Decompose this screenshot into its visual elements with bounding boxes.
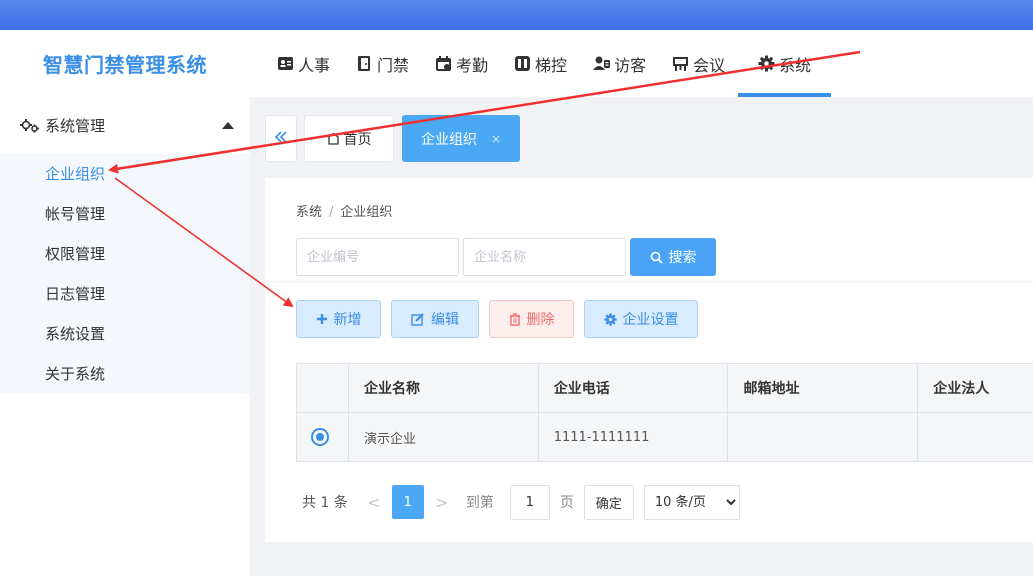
- breadcrumb-parent[interactable]: 系统: [296, 205, 322, 220]
- nav-label: 考勤: [456, 55, 489, 75]
- edit-button[interactable]: 编辑: [391, 300, 479, 338]
- add-button-label: 新增: [333, 312, 362, 328]
- breadcrumb-separator: /: [329, 205, 334, 220]
- company-name-input[interactable]: [463, 238, 626, 276]
- table-row[interactable]: 演示企业 1111-1111111: [297, 413, 1033, 462]
- page-unit-label: 页: [559, 495, 574, 511]
- prev-page-icon[interactable]: <: [366, 493, 382, 512]
- company-code-input[interactable]: [296, 238, 459, 276]
- door-icon: [356, 55, 373, 72]
- page-number-current[interactable]: 1: [391, 485, 424, 519]
- sidebar-submenu: 企业组织 帐号管理 权限管理 日志管理 系统设置 关于系统: [0, 154, 250, 394]
- table-header-select: [297, 364, 349, 413]
- sidebar-item-settings[interactable]: 系统设置: [0, 314, 250, 354]
- app-title: 智慧门禁管理系统: [43, 53, 207, 77]
- sidebar-group-system[interactable]: 系统管理: [0, 97, 250, 154]
- close-icon[interactable]: ×: [491, 132, 501, 146]
- row-radio[interactable]: [311, 428, 329, 446]
- sidebar-item-logs[interactable]: 日志管理: [0, 274, 250, 314]
- nav-item-attendance[interactable]: 考勤: [422, 30, 501, 97]
- table-header-legal: 企业法人: [918, 364, 1033, 413]
- table-cell-select: [297, 413, 349, 462]
- nav-item-system[interactable]: 系统: [738, 30, 832, 97]
- table-header-phone: 企业电话: [538, 364, 729, 413]
- nav-label: 门禁: [377, 55, 410, 75]
- top-navigation: 人事 门禁 考勤 梯控 访客 会议 系统: [250, 30, 1033, 97]
- nav-label: 梯控: [535, 55, 568, 75]
- gear-icon: [603, 312, 617, 326]
- company-settings-button[interactable]: 企业设置: [584, 300, 698, 338]
- plus-icon: [316, 313, 328, 325]
- tab-home[interactable]: 首页: [304, 115, 394, 162]
- gear-icon: [758, 55, 775, 72]
- table-cell-name: 演示企业: [348, 413, 539, 462]
- delete-button-label: 删除: [526, 312, 555, 328]
- double-chevron-left-icon: [274, 128, 288, 149]
- table-cell-legal: [918, 413, 1033, 462]
- nav-item-elevator[interactable]: 梯控: [501, 30, 580, 97]
- nav-item-access[interactable]: 门禁: [343, 30, 422, 97]
- breadcrumb-current: 企业组织: [340, 205, 393, 220]
- sidebar-group-label: 系统管理: [45, 117, 106, 135]
- delete-button[interactable]: 删除: [489, 300, 574, 338]
- divider: [265, 281, 1033, 282]
- gears-icon: [20, 118, 40, 134]
- collapse-button[interactable]: [265, 115, 297, 162]
- nav-label: 会议: [693, 55, 726, 75]
- sidebar-item-about[interactable]: 关于系统: [0, 354, 250, 394]
- pagination: 共 1 条 < 1 > 到第 页 确定 10 条/页: [302, 484, 740, 520]
- home-icon: [327, 132, 340, 145]
- search-button-label: 搜索: [668, 250, 697, 266]
- elevator-icon: [514, 55, 531, 72]
- top-banner: [0, 0, 1033, 30]
- nav-item-personnel[interactable]: 人事: [264, 30, 343, 97]
- radio-dot: [316, 433, 324, 441]
- goto-page-input[interactable]: [509, 484, 550, 520]
- table-header-row: 企业名称 企业电话 邮箱地址 企业法人: [297, 364, 1033, 413]
- company-settings-label: 企业设置: [622, 312, 679, 328]
- search-icon: [650, 251, 663, 264]
- main-area: 首页 企业组织 × 系统 / 企业组织 搜索 新增 编辑: [250, 97, 1033, 576]
- tab-organization-label: 企业组织: [420, 131, 477, 148]
- table-cell-email: [728, 413, 919, 462]
- meeting-board-icon: [672, 55, 689, 72]
- app-logo: 智慧门禁管理系统: [0, 30, 250, 97]
- search-button[interactable]: 搜索: [630, 238, 716, 276]
- goto-confirm-button[interactable]: 确定: [583, 484, 634, 520]
- company-table: 企业名称 企业电话 邮箱地址 企业法人 演示企业 1111-1111111: [296, 363, 1033, 462]
- trash-icon: [509, 312, 521, 326]
- nav-label: 人事: [298, 55, 331, 75]
- table-header-name: 企业名称: [348, 364, 539, 413]
- edit-button-label: 编辑: [431, 312, 459, 328]
- pagination-total: 共 1 条: [302, 495, 348, 511]
- table-cell-phone: 1111-1111111: [538, 413, 729, 462]
- table-header-email: 邮箱地址: [728, 364, 919, 413]
- calendar-icon: [435, 55, 452, 72]
- edit-icon: [411, 312, 425, 326]
- id-card-icon: [277, 55, 294, 72]
- sidebar: 系统管理 企业组织 帐号管理 权限管理 日志管理 系统设置 关于系统: [0, 97, 250, 576]
- sidebar-item-permissions[interactable]: 权限管理: [0, 234, 250, 274]
- breadcrumb: 系统 / 企业组织: [296, 201, 392, 220]
- goto-label: 到第: [465, 495, 494, 511]
- nav-item-visitor[interactable]: 访客: [580, 30, 659, 97]
- content-panel: 系统 / 企业组织 搜索 新增 编辑 删除: [265, 178, 1033, 542]
- tab-home-label: 首页: [343, 131, 372, 148]
- nav-label: 访客: [614, 55, 647, 75]
- page-size-select[interactable]: 10 条/页: [643, 484, 740, 520]
- add-button[interactable]: 新增: [296, 300, 381, 338]
- nav-label: 系统: [779, 55, 812, 75]
- sidebar-item-organization[interactable]: 企业组织: [0, 154, 250, 194]
- next-page-icon[interactable]: >: [434, 493, 450, 512]
- tab-organization[interactable]: 企业组织 ×: [402, 115, 520, 162]
- visitor-card-icon: [593, 55, 611, 72]
- caret-up-icon: [222, 122, 234, 129]
- sidebar-item-accounts[interactable]: 帐号管理: [0, 194, 250, 234]
- nav-item-meeting[interactable]: 会议: [659, 30, 738, 97]
